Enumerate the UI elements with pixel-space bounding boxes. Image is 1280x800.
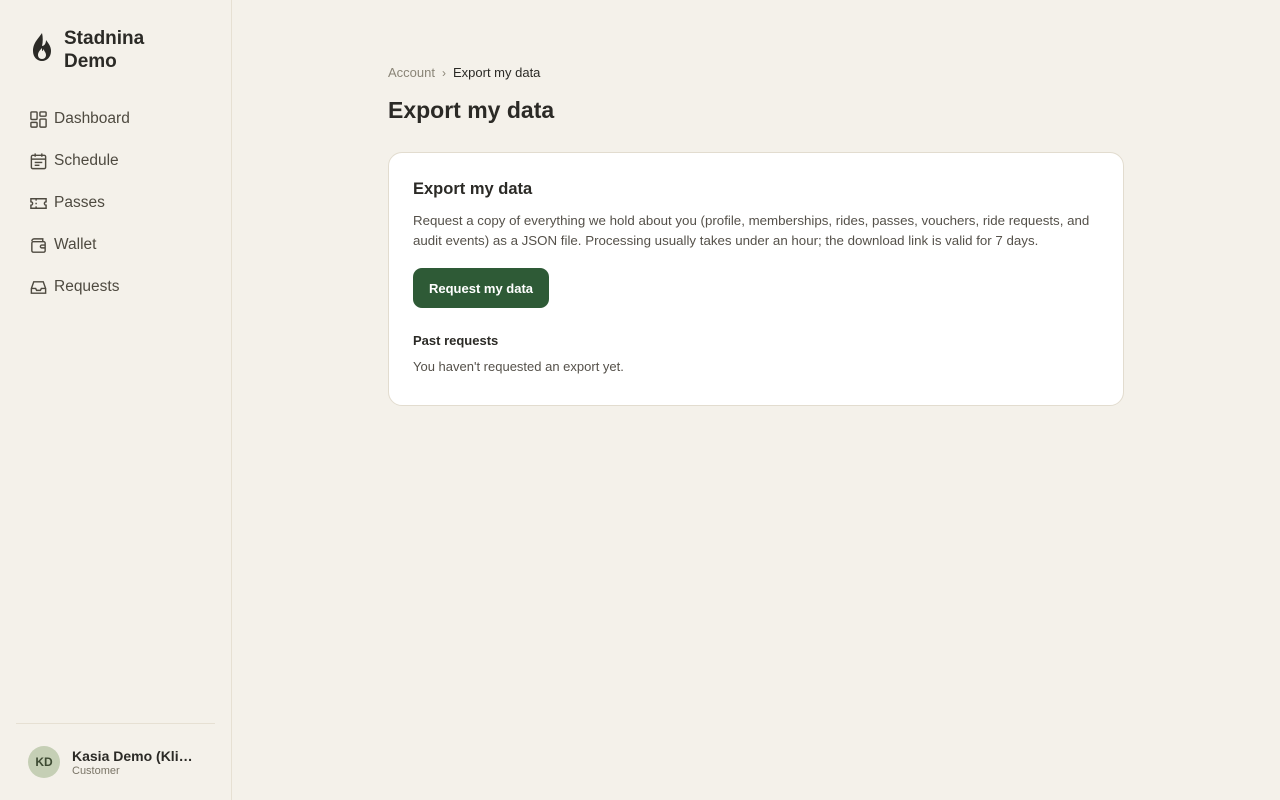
user-role: Customer — [72, 764, 120, 777]
past-requests-title: Past requests — [413, 333, 499, 348]
user-menu[interactable]: KD Kasia Demo (Klie… Customer — [16, 723, 215, 800]
request-data-button[interactable]: Request my data — [413, 268, 550, 308]
sidebar-nav: Dashboard Schedule Passes Wallet Request… — [0, 98, 231, 308]
sidebar-item-label: Requests — [54, 278, 120, 295]
sidebar-item-label: Dashboard — [54, 110, 130, 127]
sidebar-item-schedule[interactable]: Schedule — [28, 140, 231, 182]
sidebar-item-wallet[interactable]: Wallet — [28, 224, 231, 266]
page-title: Export my data — [388, 97, 555, 123]
breadcrumb-account-link[interactable]: Account — [388, 65, 435, 80]
sidebar-item-label: Wallet — [54, 236, 97, 253]
inbox-icon — [28, 277, 48, 297]
past-requests-empty: You haven't requested an export yet. — [413, 359, 624, 374]
flame-logo-icon — [30, 31, 54, 63]
main-content: Account › Export my data Export my data … — [232, 0, 1280, 800]
brand[interactable]: Stadnina Demo — [0, 0, 231, 72]
sidebar-item-label: Passes — [54, 194, 105, 211]
sidebar-item-dashboard[interactable]: Dashboard — [28, 98, 231, 140]
app-shell: Stadnina Demo Dashboard Schedule Passes … — [0, 0, 1280, 800]
breadcrumb-current: Export my data — [452, 65, 541, 80]
calendar-icon — [28, 151, 48, 171]
breadcrumb-separator: › — [441, 65, 446, 80]
user-name: Kasia Demo (Klie… — [72, 747, 200, 764]
export-card: Export my data Request a copy of everyth… — [388, 152, 1124, 406]
brand-name: Stadnina Demo — [64, 28, 145, 72]
avatar: KD — [28, 746, 60, 778]
sidebar-item-label: Schedule — [54, 152, 119, 169]
user-info: Kasia Demo (Klie… Customer — [72, 748, 200, 777]
wallet-icon — [28, 235, 48, 255]
dashboard-grid-icon — [28, 109, 48, 129]
card-title: Export my data — [413, 180, 533, 198]
breadcrumb: Account › Export my data — [388, 65, 540, 80]
ticket-icon — [28, 193, 48, 213]
sidebar: Stadnina Demo Dashboard Schedule Passes … — [0, 0, 232, 800]
sidebar-item-requests[interactable]: Requests — [28, 266, 231, 308]
sidebar-item-passes[interactable]: Passes — [28, 182, 231, 224]
card-description: Request a copy of everything we hold abo… — [413, 213, 1090, 248]
